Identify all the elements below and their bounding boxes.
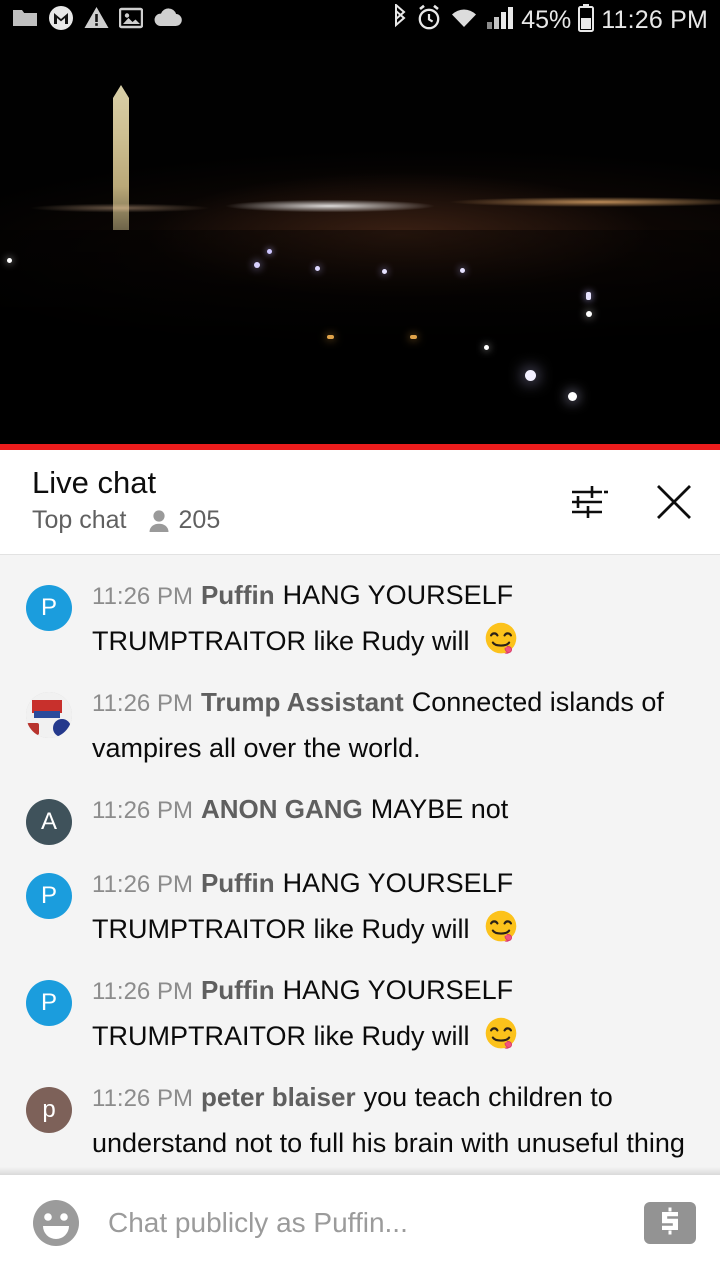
- message-timestamp: 11:26 PM: [92, 583, 193, 610]
- avatar-photo-detail: [27, 723, 39, 735]
- chat-message[interactable]: 11:26 PM Trump Assistant Connected islands…: [0, 672, 720, 779]
- chat-message-body: 11:26 PM ANON GANG MAYBE not: [92, 787, 508, 833]
- light-dot: [254, 262, 260, 268]
- status-bar: 45% 11:26 PM: [0, 0, 720, 40]
- avatar[interactable]: P: [26, 585, 72, 631]
- chat-message[interactable]: P 11:26 PM Puffin HANG YOURSELF TRUMPTRAITO…: [0, 960, 720, 1067]
- chat-input-bar: [0, 1175, 720, 1271]
- light-dot: [7, 258, 12, 263]
- avatar-photo-detail: [34, 711, 60, 718]
- light-dot: [410, 335, 417, 339]
- message-timestamp: 11:26 PM: [92, 1085, 193, 1112]
- message-emoji-face-savoring-food: [483, 621, 519, 657]
- list-bottom-shadow: [0, 1167, 720, 1175]
- avatar-initial: P: [40, 882, 57, 909]
- chat-message[interactable]: A 11:26 PM ANON GANG MAYBE not: [0, 779, 720, 853]
- message-author[interactable]: Puffin: [201, 975, 275, 1005]
- status-bar-clock: 11:26 PM: [601, 5, 708, 34]
- avatar-initial: p: [42, 1096, 56, 1123]
- battery-icon: [578, 3, 595, 37]
- chat-header-texts: Live chat Top chat 205: [32, 464, 220, 535]
- light-dot: [382, 269, 387, 274]
- chat-message[interactable]: p 11:26 PM peter blaiser you teach children…: [0, 1067, 720, 1174]
- chat-input[interactable]: [108, 1207, 644, 1239]
- close-icon[interactable]: [650, 478, 698, 526]
- message-author[interactable]: Puffin: [201, 868, 275, 898]
- message-emoji-face-savoring-food: [483, 909, 519, 945]
- message-author[interactable]: Puffin: [201, 580, 275, 610]
- chat-message-list[interactable]: P 11:26 PM Puffin HANG YOURSELF TRUMPTRAITO…: [0, 555, 720, 1175]
- superchat-button[interactable]: [644, 1202, 696, 1244]
- message-emoji-face-savoring-food: [483, 1016, 519, 1052]
- warning-triangle-icon: [84, 6, 109, 34]
- avatar-initial: P: [40, 989, 57, 1016]
- alarm-clock-icon: [416, 4, 442, 36]
- folder-icon: [12, 7, 38, 34]
- dollar-sign-icon: [657, 1206, 683, 1241]
- chat-message[interactable]: P 11:26 PM Puffin HANG YOURSELF TRUMPTRAITO…: [0, 565, 720, 672]
- status-bar-right-icons: 45% 11:26 PM: [391, 2, 708, 37]
- message-timestamp: 11:26 PM: [92, 978, 193, 1005]
- light-dot: [267, 249, 272, 254]
- chat-message-body: 11:26 PM Puffin HANG YOURSELF TRUMPTRAITOR…: [92, 968, 696, 1059]
- emoji-smiley-icon[interactable]: [30, 1197, 82, 1249]
- avatar[interactable]: P: [26, 873, 72, 919]
- avatar-initial: A: [40, 808, 57, 835]
- live-video-player[interactable]: [0, 40, 720, 450]
- photo-icon: [118, 7, 144, 34]
- cloud-icon: [153, 7, 183, 33]
- dark-foreground: [0, 230, 720, 450]
- chat-message-body: 11:26 PM peter blaiser you teach children …: [92, 1075, 696, 1166]
- chat-message-body: 11:26 PM Puffin HANG YOURSELF TRUMPTRAITOR…: [92, 573, 696, 664]
- chat-message-body: 11:26 PM Puffin HANG YOURSELF TRUMPTRAITOR…: [92, 861, 696, 952]
- tune-icon[interactable]: [566, 478, 614, 526]
- light-dot: [315, 266, 320, 271]
- city-lights-horizon: [0, 190, 720, 228]
- chat-message-body: 11:26 PM Trump Assistant Connected islands…: [92, 680, 696, 771]
- bluetooth-icon: [391, 2, 409, 37]
- light-dot: [586, 292, 591, 300]
- light-dot: [586, 311, 592, 317]
- message-timestamp: 11:26 PM: [92, 871, 193, 898]
- wifi-icon: [449, 5, 479, 36]
- light-dot: [568, 392, 577, 401]
- live-chat-header: Live chat Top chat 205: [0, 450, 720, 555]
- light-dot: [460, 268, 465, 273]
- avatar-photo-detail: [53, 719, 71, 737]
- page-title: Live chat: [32, 465, 157, 500]
- screen: 45% 11:26 PM Live chat Top chat 205 P 11…: [0, 0, 720, 1280]
- message-timestamp: 11:26 PM: [92, 797, 193, 824]
- message-author[interactable]: peter blaiser: [201, 1082, 356, 1112]
- avatar[interactable]: [26, 692, 72, 738]
- viewer-count: 205: [178, 506, 221, 534]
- chat-message[interactable]: P 11:26 PM Puffin HANG YOURSELF TRUMPTRAITO…: [0, 853, 720, 960]
- light-dot: [484, 345, 489, 350]
- chat-header-subtitle: Top chat 205: [32, 506, 220, 535]
- avatar[interactable]: p: [26, 1087, 72, 1133]
- avatar[interactable]: P: [26, 980, 72, 1026]
- status-bar-left-icons: [12, 5, 183, 36]
- person-icon: [147, 508, 171, 534]
- chat-header-actions: [566, 464, 698, 526]
- cellular-signal-icon: [486, 6, 514, 35]
- light-dot: [327, 335, 334, 339]
- gmail-m-icon: [48, 5, 74, 36]
- light-dot: [525, 370, 536, 381]
- avatar-initial: P: [40, 594, 57, 621]
- chat-mode-label[interactable]: Top chat: [32, 506, 127, 535]
- battery-percent-label: 45%: [521, 5, 572, 34]
- message-text: MAYBE not: [370, 794, 509, 824]
- avatar[interactable]: A: [26, 799, 72, 845]
- message-timestamp: 11:26 PM: [92, 690, 193, 717]
- message-author[interactable]: Trump Assistant: [201, 687, 404, 717]
- message-author[interactable]: ANON GANG: [201, 794, 363, 824]
